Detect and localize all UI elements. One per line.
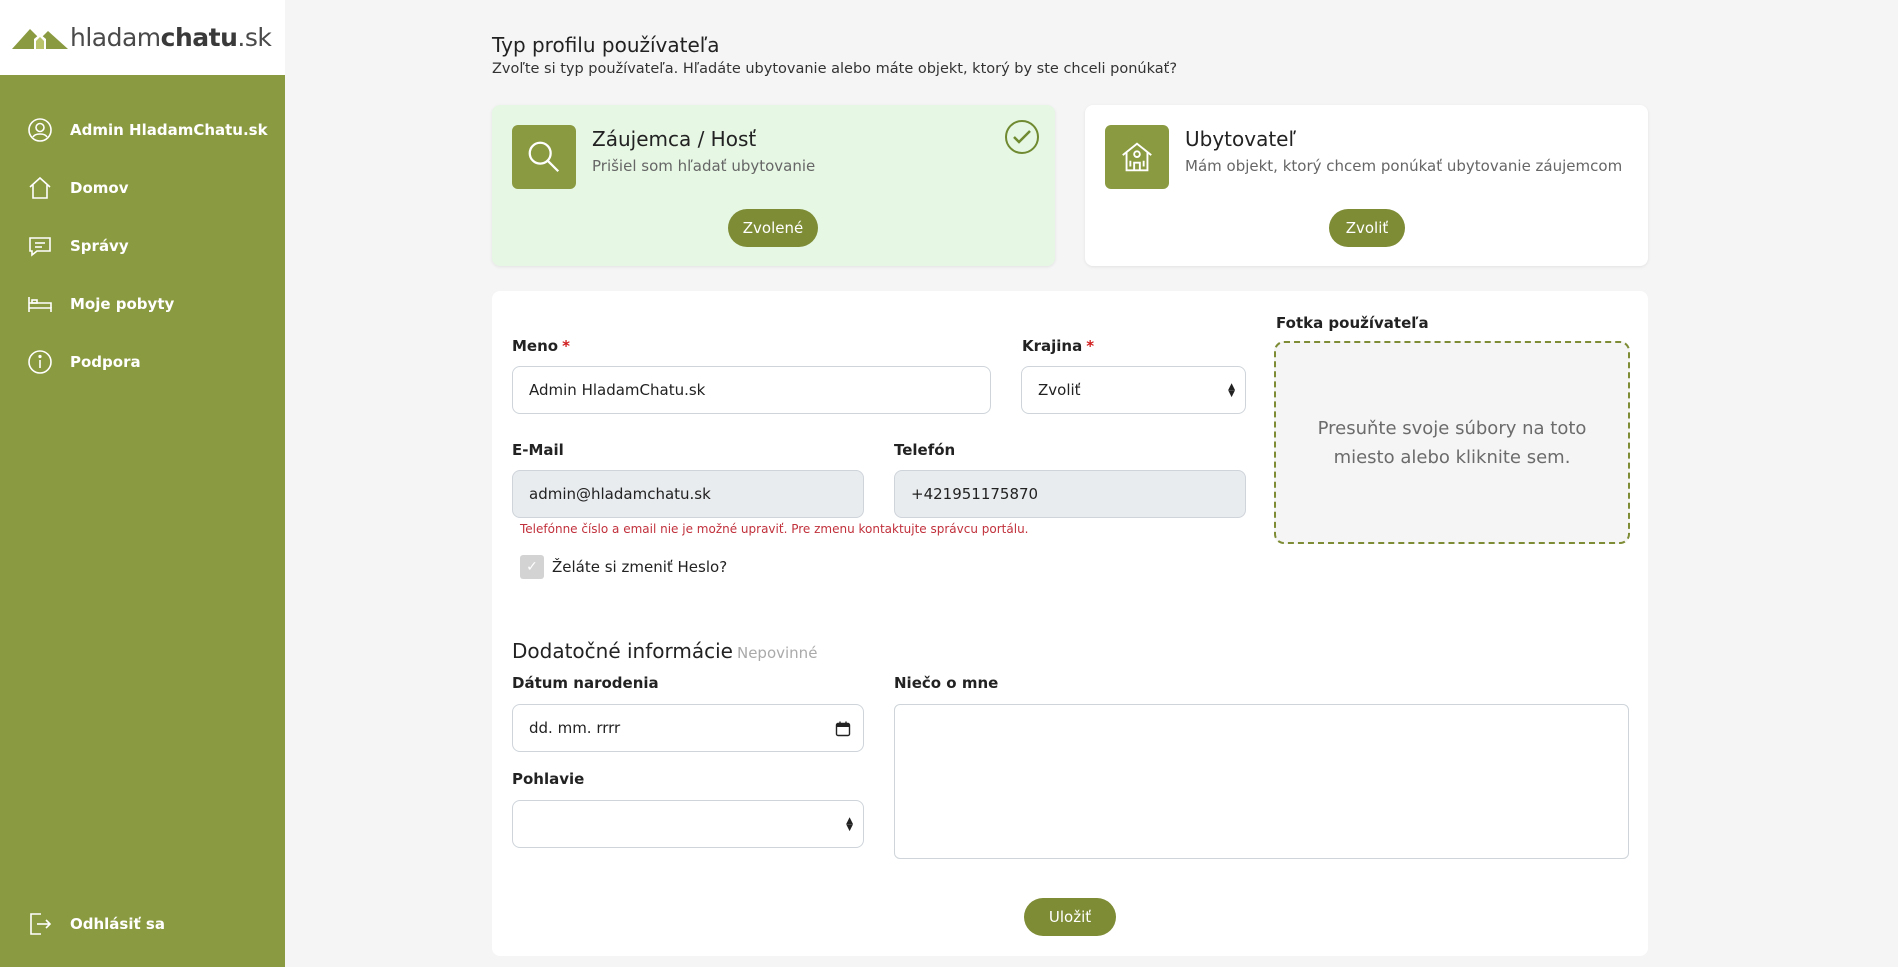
mountain-house-logo-icon — [12, 28, 68, 49]
profile-form: Meno * Admin HladamChatu.sk Krajina * Zvol… — [492, 291, 1648, 956]
profile-option-host[interactable]: Ubytovateľ Mám objekt, ktorý chcem ponúk… — [1085, 105, 1648, 266]
message-icon — [27, 233, 53, 259]
page-title: Typ profilu používateľa — [492, 33, 720, 57]
profile-option-title: Záujemca / Hosť — [592, 127, 757, 151]
birthdate-label: Dátum narodenia — [512, 674, 659, 692]
check-circle-icon — [1005, 120, 1039, 154]
about-label: Niečo o mne — [894, 674, 999, 692]
bed-icon — [27, 291, 53, 317]
sidebar-item-messages[interactable]: Správy — [0, 217, 285, 275]
select-arrows-icon: ▲ ▼ — [1228, 382, 1235, 399]
sidebar-item-label: Podpora — [70, 353, 141, 371]
photo-label: Fotka používateľa — [1276, 314, 1429, 332]
select-arrows-icon: ▲ ▼ — [846, 816, 853, 833]
readonly-hint: Telefónne číslo a email nie je možné upr… — [520, 522, 1029, 536]
about-textarea[interactable] — [894, 704, 1629, 859]
info-icon — [27, 349, 53, 375]
user-circle-icon — [27, 117, 53, 143]
home-icon — [27, 175, 53, 201]
phone-label: Telefón — [894, 441, 956, 459]
sidebar-item-support[interactable]: Podpora — [0, 333, 285, 391]
profile-option-guest[interactable]: Záujemca / Hosť Prišiel som hľadať ubyto… — [492, 105, 1055, 266]
sidebar-item-home[interactable]: Domov — [0, 159, 285, 217]
sidebar-item-label: Admin HladamChatu.sk — [70, 121, 268, 139]
sidebar-item-label: Správy — [70, 237, 129, 255]
logo[interactable]: hladamchatu.sk — [0, 0, 285, 75]
save-button[interactable]: Uložiť — [1024, 898, 1116, 936]
email-field: admin@hladamchatu.sk — [512, 470, 864, 518]
optional-tag: Nepovinné — [736, 644, 818, 662]
change-password-checkbox[interactable]: ✓ — [520, 555, 544, 579]
logout-label: Odhlásiť sa — [70, 915, 165, 933]
gender-label: Pohlavie — [512, 770, 585, 788]
sidebar-item-profile[interactable]: Admin HladamChatu.sk — [0, 101, 285, 159]
page-subtitle: Zvoľte si typ používateľa. Hľadáte ubyto… — [492, 61, 1178, 77]
extra-info-title: Dodatočné informácie Nepovinné — [512, 639, 818, 663]
profile-option-title: Ubytovateľ — [1185, 127, 1296, 151]
country-select[interactable]: Zvoliť ▲ ▼ — [1021, 366, 1246, 414]
logo-text: hladamchatu.sk — [70, 23, 272, 52]
select-host-button[interactable]: Zvoliť — [1329, 209, 1405, 247]
name-input[interactable]: Admin HladamChatu.sk — [512, 366, 991, 414]
logout-button[interactable]: Odhlásiť sa — [0, 895, 285, 953]
sidebar-item-stays[interactable]: Moje pobyty — [0, 275, 285, 333]
profile-option-description: Prišiel som hľadať ubytovanie — [592, 157, 816, 175]
calendar-icon[interactable] — [835, 721, 851, 737]
sidebar-item-label: Moje pobyty — [70, 295, 175, 313]
search-icon — [512, 125, 576, 189]
change-password-label: Želáte si zmeniť Heslo? — [552, 558, 728, 576]
logout-icon — [27, 911, 53, 937]
select-guest-button[interactable]: Zvolené — [728, 209, 818, 247]
gender-select[interactable]: ▲ ▼ — [512, 800, 864, 848]
sidebar-nav: Admin HladamChatu.sk Domov Správy Moje p… — [0, 101, 285, 391]
sidebar: hladamchatu.sk Admin HladamChatu.sk Domo… — [0, 0, 285, 967]
name-label: Meno * — [512, 337, 570, 355]
profile-option-description: Mám objekt, ktorý chcem ponúkať ubytovan… — [1185, 157, 1623, 175]
birthdate-input[interactable]: dd. mm. rrrr — [512, 704, 864, 752]
house-icon — [1105, 125, 1169, 189]
photo-dropzone[interactable]: Presuňte svoje súbory na toto miesto ale… — [1274, 341, 1630, 544]
phone-field: +421951175870 — [894, 470, 1246, 518]
country-label: Krajina * — [1022, 337, 1095, 355]
sidebar-item-label: Domov — [70, 179, 129, 197]
email-label: E-Mail — [512, 441, 564, 459]
